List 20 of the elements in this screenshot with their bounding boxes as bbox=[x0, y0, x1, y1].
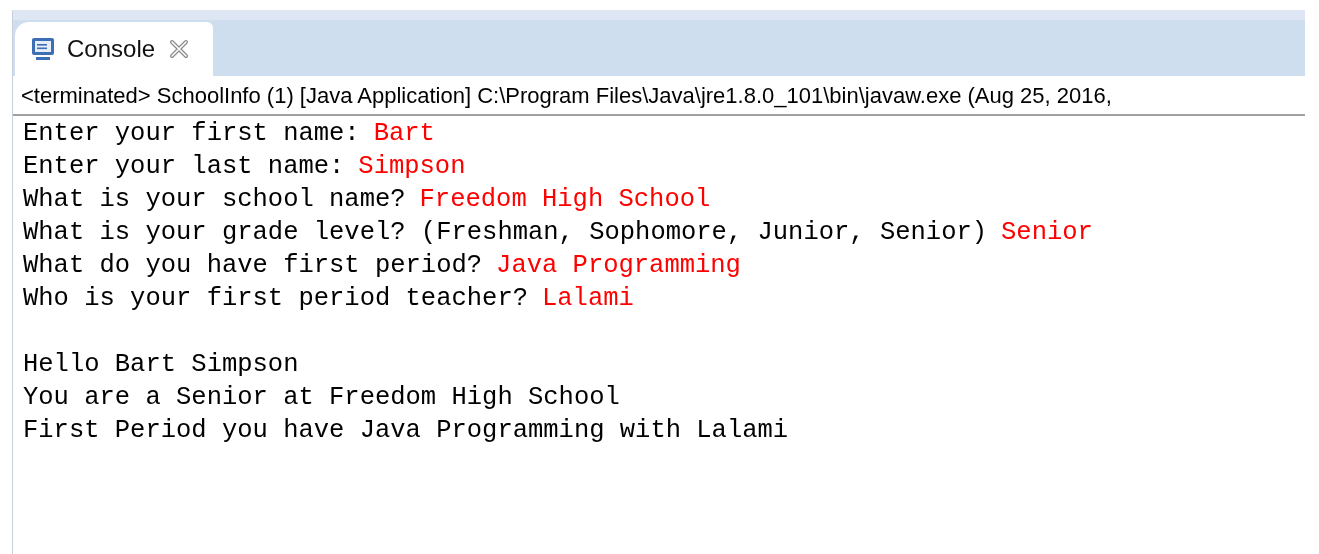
console-output-text: First Period you have Java Programming with Lalami bbox=[23, 415, 789, 448]
console-output-text: You are a Senior at Freedom High School bbox=[23, 382, 620, 415]
close-icon[interactable] bbox=[169, 39, 190, 59]
console-output-text: What is your school name? bbox=[23, 184, 406, 217]
console-icon bbox=[29, 35, 57, 63]
console-input-text: Lalami bbox=[542, 283, 634, 316]
console-output-text: Hello Bart Simpson bbox=[23, 349, 299, 382]
console-output-text: What is your grade level? (Freshman, Sophomore, Junior, Senior) bbox=[23, 217, 988, 250]
process-label: <terminated> SchoolInfo (1) [Java Application] C:\Program Files\Java\jre1.8.0_101\bin\javaw.exe (Aug 25, 2016, bbox=[21, 81, 1112, 110]
console-input-text: Java Programming bbox=[496, 250, 741, 283]
tab-label: Console bbox=[67, 34, 156, 64]
console-output-text: Enter your last name: bbox=[23, 151, 345, 184]
console-output-text: Enter your first name: bbox=[23, 118, 360, 151]
console-input-text: Freedom High School bbox=[419, 184, 711, 217]
console-input-text: Senior bbox=[1001, 217, 1093, 250]
console-input-text: Bart bbox=[373, 118, 435, 151]
console-tab[interactable]: Console bbox=[15, 22, 213, 76]
console-input-text: Simpson bbox=[358, 151, 466, 184]
console-output-text: What do you have first period? bbox=[23, 250, 483, 283]
console-output-text: Who is your first period teacher? bbox=[23, 283, 528, 316]
